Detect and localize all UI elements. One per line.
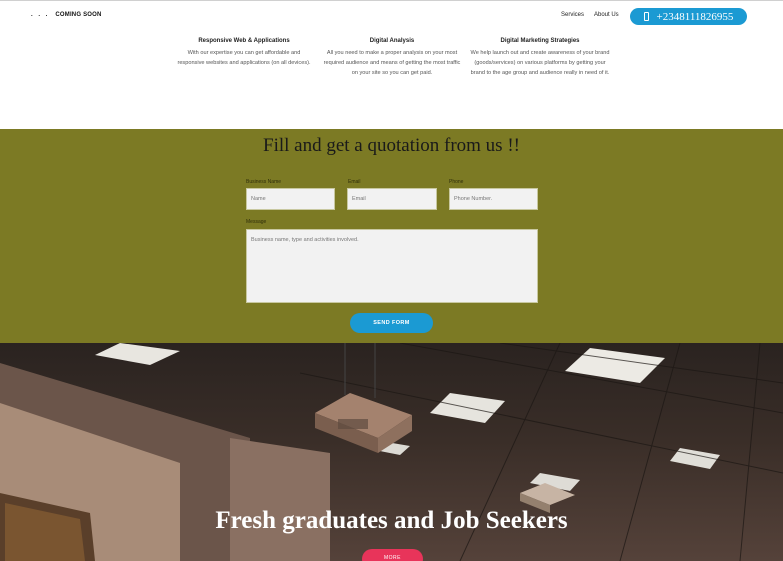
phone-label: Phone [449,179,464,185]
hero-title: Fresh graduates and Job Seekers [215,507,568,534]
quotation-section: Fill and get a quotation from us !! Busi… [0,129,783,343]
service-description: All you need to make a proper analysis o… [323,50,461,76]
service-digital-marketing: Digital Marketing Strategies We help lau… [470,38,610,78]
send-form-button[interactable]: SEND FORM [350,313,433,333]
nav-link-services[interactable]: Services [561,12,584,18]
service-description: With our expertise you can get affordabl… [177,50,311,66]
service-responsive-web: Responsive Web & Applications With our e… [174,38,314,68]
nav-link-about-us[interactable]: About Us [594,12,619,18]
message-label: Message [246,219,267,225]
phone-number: +2348111826955 [656,10,734,23]
hero-banner: Fresh graduates and Job Seekers MORE [0,343,783,561]
business-name-label: Business Name [246,179,282,185]
quotation-title: Fill and get a quotation from us !! [263,135,520,156]
site-header: . . . COMING SOON Services About Us +2348… [0,0,783,33]
logo-dots: . . . [31,12,50,18]
phone-input[interactable] [449,188,538,210]
phone-icon [643,12,649,21]
service-title: Digital Marketing Strategies [500,38,580,44]
phone-call-button[interactable]: +2348111826955 [630,8,747,25]
email-label: Email [348,179,361,185]
service-description: We help launch out and create awareness … [470,50,610,76]
site-logo[interactable]: . . . COMING SOON [31,12,102,18]
service-title: Responsive Web & Applications [198,38,290,44]
business-name-input[interactable] [246,188,335,210]
message-textarea[interactable] [246,229,538,303]
service-title: Digital Analysis [369,38,415,44]
logo-text: COMING SOON [55,12,102,18]
email-input[interactable] [347,188,437,210]
more-button[interactable]: MORE [362,549,423,561]
service-digital-analysis: Digital Analysis All you need to make a … [322,38,462,78]
